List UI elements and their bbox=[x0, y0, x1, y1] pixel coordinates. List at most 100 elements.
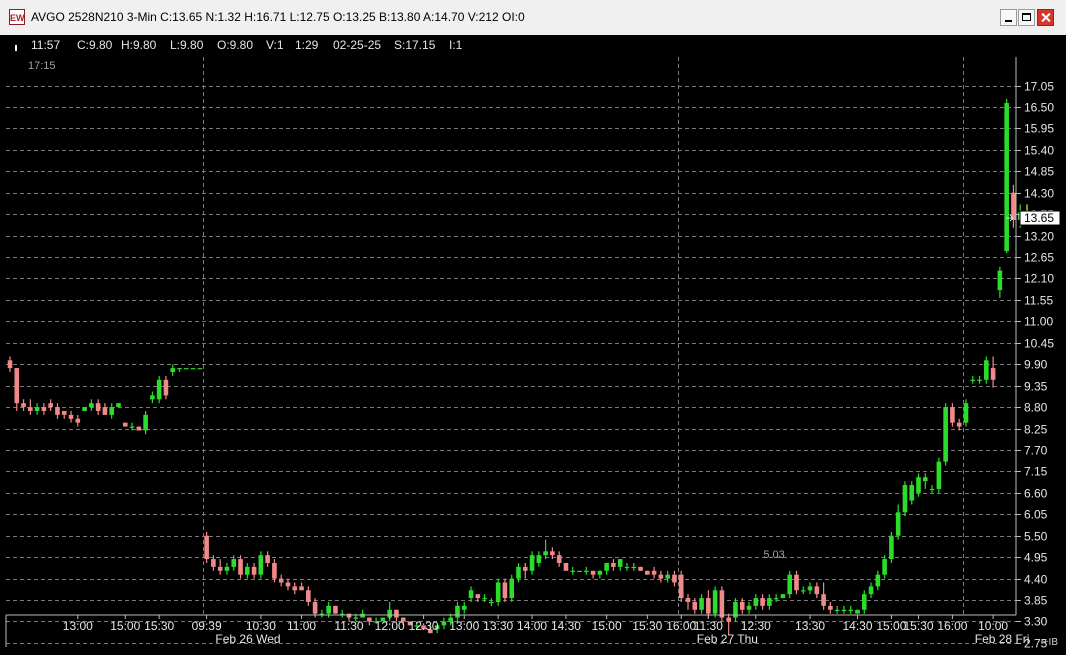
x-tick-label: 14:00 bbox=[517, 619, 547, 633]
candle-body bbox=[929, 488, 935, 491]
minimize-button[interactable] bbox=[1000, 9, 1017, 26]
info-close: C:9.80 bbox=[77, 38, 113, 52]
day-label: Feb 26 Wed bbox=[215, 632, 280, 646]
candle bbox=[712, 586, 718, 618]
ib-marker: +IB bbox=[1043, 637, 1059, 648]
candle-body bbox=[48, 403, 53, 408]
candle-body bbox=[455, 605, 460, 618]
day-label: Feb 27 Thu bbox=[697, 632, 758, 646]
title-bar[interactable]: EW AVGO 2528N210 3-Min C:13.65 N:1.32 H:… bbox=[0, 0, 1066, 36]
maximize-button[interactable] bbox=[1018, 9, 1035, 26]
price-chart[interactable]: 17.0516.5015.9515.4014.8514.3013.7513.20… bbox=[0, 57, 1066, 655]
candle-body bbox=[916, 477, 921, 493]
candle bbox=[563, 562, 569, 571]
candle-body bbox=[997, 270, 1003, 291]
candle-body bbox=[604, 562, 609, 571]
candle-body bbox=[312, 601, 318, 614]
candle-body bbox=[923, 477, 928, 482]
last-price-label: 13.65 bbox=[1024, 211, 1054, 225]
y-tick-label: 12.65 bbox=[1024, 251, 1054, 265]
x-tick-label: 13:30 bbox=[483, 619, 513, 633]
x-tick-label: 15:00 bbox=[876, 619, 906, 633]
candle-body bbox=[543, 551, 548, 556]
candle-body bbox=[767, 598, 772, 606]
candle bbox=[889, 531, 894, 563]
x-tick-label: 14:30 bbox=[842, 619, 872, 633]
candle-body bbox=[624, 566, 630, 569]
candle-body bbox=[800, 590, 806, 592]
candle-body bbox=[909, 485, 915, 501]
candle-body bbox=[712, 590, 718, 614]
candle bbox=[116, 403, 121, 408]
candle-body bbox=[638, 566, 643, 571]
candle-body bbox=[82, 407, 87, 411]
y-tick-label: 3.85 bbox=[1024, 594, 1048, 608]
candle-body bbox=[204, 535, 209, 560]
close-button[interactable] bbox=[1037, 9, 1054, 26]
candle-body bbox=[299, 586, 304, 591]
candle-body bbox=[875, 574, 881, 587]
candle-body bbox=[895, 512, 901, 536]
candle-body bbox=[238, 559, 243, 575]
candle-body bbox=[963, 403, 969, 423]
x-tick-label: 15:30 bbox=[144, 619, 174, 633]
candle-body bbox=[482, 598, 487, 600]
candle-body bbox=[834, 609, 840, 611]
candle-body bbox=[21, 403, 26, 408]
candle bbox=[645, 570, 650, 575]
y-tick-label: 6.60 bbox=[1024, 487, 1048, 501]
candle-body bbox=[7, 360, 13, 369]
y-tick-label: 4.95 bbox=[1024, 551, 1048, 565]
candle-body bbox=[394, 609, 399, 618]
candle-body bbox=[570, 570, 576, 572]
x-tick-label: 10:30 bbox=[246, 619, 276, 633]
candle-body bbox=[129, 426, 135, 428]
candle-body bbox=[28, 407, 33, 411]
candle-body bbox=[502, 582, 508, 599]
y-tick-label: 9.35 bbox=[1024, 380, 1048, 394]
info-strike: S:17.15 bbox=[394, 38, 436, 52]
candle-body bbox=[678, 574, 684, 599]
candle-body bbox=[692, 601, 698, 610]
x-tick-label: 13:00 bbox=[449, 619, 479, 633]
candle-body bbox=[950, 407, 955, 423]
candle bbox=[943, 403, 948, 466]
y-tick-label: 7.15 bbox=[1024, 465, 1048, 479]
x-tick-label: 15:00 bbox=[110, 619, 140, 633]
candle-body bbox=[489, 601, 494, 604]
info-bar-time: 1:29 bbox=[295, 38, 319, 52]
x-tick-label: 10:00 bbox=[978, 619, 1008, 633]
candle-body bbox=[251, 566, 257, 575]
y-tick-label: 8.80 bbox=[1024, 401, 1048, 415]
x-tick-label: 16:00 bbox=[666, 619, 696, 633]
bar-info-strip: 11:57 C:9.80 H:9.80 L:9.80 O:9.80 V:1 1:… bbox=[0, 35, 1066, 57]
candle-body bbox=[122, 422, 128, 427]
y-tick-label: 10.45 bbox=[1024, 337, 1054, 351]
candle bbox=[122, 422, 128, 427]
y-tick-label: 14.85 bbox=[1024, 165, 1054, 179]
y-tick-label: 15.40 bbox=[1024, 144, 1054, 158]
candle bbox=[963, 399, 969, 427]
candle-body bbox=[780, 594, 786, 599]
app-logo-icon[interactable]: EW bbox=[9, 9, 25, 25]
x-tick-label: 11:30 bbox=[334, 619, 363, 633]
candle-body bbox=[522, 566, 528, 571]
candle bbox=[638, 566, 643, 571]
candle-body bbox=[563, 562, 569, 571]
candle-body bbox=[55, 407, 60, 415]
candle-body bbox=[889, 535, 894, 560]
candle-body bbox=[136, 426, 142, 431]
cursor-marker bbox=[15, 45, 17, 51]
candle-body bbox=[590, 570, 596, 575]
candle-body bbox=[861, 594, 867, 610]
candle-body bbox=[611, 562, 616, 567]
candle-body bbox=[868, 586, 874, 595]
candle-body bbox=[102, 407, 108, 415]
x-tick-label: 15:30 bbox=[632, 619, 662, 633]
candle bbox=[902, 481, 908, 517]
candle-body bbox=[360, 613, 365, 618]
candle bbox=[1004, 98, 1009, 254]
x-tick-label: 14:30 bbox=[551, 619, 581, 633]
x-tick-label: 12:30 bbox=[409, 619, 439, 633]
candle-body bbox=[468, 590, 474, 599]
